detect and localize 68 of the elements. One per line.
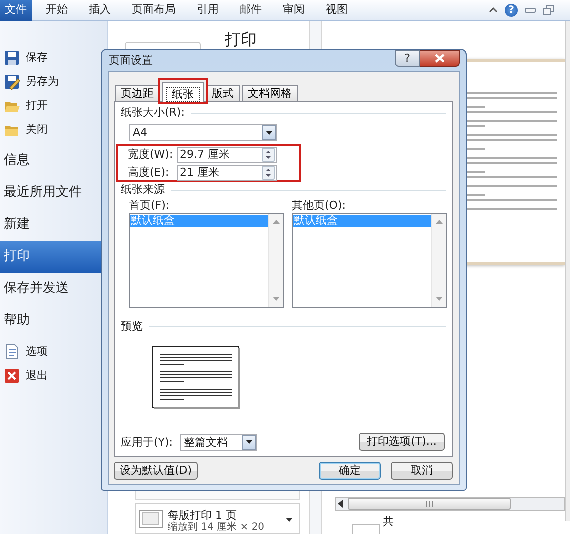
- menu-item[interactable]: 选项: [0, 340, 107, 364]
- close-button[interactable]: [420, 50, 460, 67]
- apply-to-label: 应用于(Y):: [121, 436, 174, 449]
- tab[interactable]: 文档网格: [242, 85, 298, 101]
- page-count-label: 共: [383, 514, 394, 528]
- scaling-label: 缩放到 14 厘米 × 20: [168, 522, 266, 533]
- vertical-scrollbar[interactable]: [565, 21, 570, 521]
- section-label: 纸张大小(R):: [121, 106, 185, 120]
- dropdown-arrow-icon: [266, 130, 272, 134]
- input-field[interactable]: 21 厘米: [177, 164, 277, 180]
- pages-per-sheet-dropdown[interactable]: 每版打印 1 页 缩放到 14 厘米 × 20: [135, 503, 300, 534]
- exit-icon: [4, 368, 20, 384]
- print-options-button[interactable]: 打印选项(T)...: [359, 433, 445, 452]
- collapse-ribbon-icon[interactable]: [489, 7, 498, 13]
- close-icon: [434, 54, 444, 63]
- field-label: 宽度(W):: [128, 148, 174, 162]
- scroll-thumb[interactable]: [348, 498, 511, 510]
- save-icon: [4, 50, 20, 66]
- ribbon-tab[interactable]: 页面布局: [132, 3, 176, 17]
- scroll-up-icon[interactable]: [272, 220, 280, 224]
- spinner-icon[interactable]: [262, 148, 275, 162]
- tab[interactable]: 页边距: [115, 85, 160, 101]
- dialog-button[interactable]: 取消: [391, 462, 453, 480]
- pages-per-sheet-label: 每版打印 1 页: [168, 510, 238, 522]
- horizontal-scrollbar[interactable]: [335, 497, 565, 511]
- menu-item[interactable]: 打开: [0, 94, 107, 118]
- input-field[interactable]: 29.7 厘米: [177, 146, 277, 162]
- ribbon-tab[interactable]: 引用: [197, 3, 219, 17]
- dialog-button[interactable]: 确定: [319, 462, 381, 480]
- dialog-button[interactable]: 设为默认值(D): [114, 462, 198, 480]
- scroll-left-icon[interactable]: [336, 500, 346, 508]
- spinner-icon[interactable]: [262, 166, 275, 180]
- ribbon-tab[interactable]: 开始: [46, 3, 68, 17]
- restore-icon[interactable]: [543, 5, 554, 15]
- menu-item[interactable]: 另存为: [0, 70, 107, 94]
- menu-item[interactable]: 退出: [0, 364, 107, 388]
- field-label: 高度(E):: [128, 166, 170, 180]
- print-heading: 打印: [225, 32, 257, 48]
- page-layout-icon: [139, 510, 163, 528]
- scroll-up-icon[interactable]: [436, 220, 442, 224]
- paper-size-dropdown[interactable]: A4: [129, 124, 277, 141]
- help-button[interactable]: ?: [505, 4, 518, 16]
- apply-to-dropdown[interactable]: 整篇文档: [180, 434, 257, 451]
- ribbon-tab[interactable]: 插入: [89, 3, 111, 17]
- menu-item[interactable]: 保存: [0, 46, 107, 70]
- list-label: 其他页(O):: [292, 199, 347, 212]
- caret-icon: [286, 518, 293, 522]
- grip-icon: [426, 501, 433, 507]
- menu-item[interactable]: 打印: [0, 241, 103, 273]
- dropdown-arrow-icon: [246, 440, 252, 444]
- help-button[interactable]: ?: [395, 50, 420, 67]
- page-number-field[interactable]: [352, 524, 380, 534]
- tab[interactable]: 版式: [206, 85, 240, 101]
- minimize-icon[interactable]: [525, 8, 536, 12]
- section-label: 纸张来源: [121, 183, 165, 197]
- ribbon-tab[interactable]: 邮件: [240, 3, 262, 17]
- save-as-icon: [4, 74, 20, 90]
- file-tab[interactable]: 文件: [0, 0, 32, 20]
- tab[interactable]: 纸张: [162, 82, 204, 102]
- scroll-down-icon[interactable]: [272, 297, 280, 302]
- document-icon: [4, 344, 20, 360]
- ribbon-tab[interactable]: 视图: [326, 3, 348, 17]
- section-label: 预览: [121, 320, 143, 333]
- scroll-down-icon[interactable]: [436, 297, 442, 302]
- list-label: 首页(F):: [129, 199, 171, 212]
- ribbon-tab[interactable]: 审阅: [283, 3, 305, 17]
- dialog-title: 页面设置: [109, 54, 153, 68]
- menu-item[interactable]: 关闭: [0, 118, 107, 142]
